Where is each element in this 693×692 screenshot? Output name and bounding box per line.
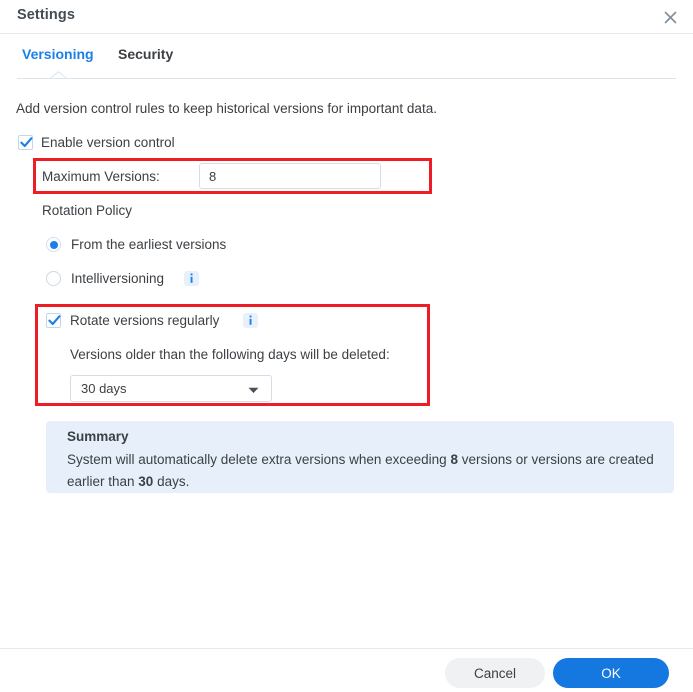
radio-from-earliest-versions[interactable] [46, 237, 61, 252]
maximum-versions-input[interactable] [199, 163, 381, 189]
info-icon-intelliversioning[interactable] [184, 271, 199, 286]
summary-text-part1: System will automatically delete extra v… [67, 452, 451, 467]
maximum-versions-label: Maximum Versions: [42, 169, 160, 184]
page-description: Add version control rules to keep histor… [16, 101, 437, 116]
rotate-versions-regularly-label: Rotate versions regularly [70, 313, 220, 328]
summary-title: Summary [67, 429, 129, 444]
enable-version-control-checkbox[interactable] [18, 135, 33, 150]
header-divider [0, 33, 693, 34]
radio-dot [49, 240, 58, 249]
ok-button[interactable]: OK [553, 658, 669, 688]
summary-text: System will automatically delete extra v… [67, 449, 659, 493]
dialog-title: Settings [17, 7, 75, 23]
rotate-hint-label: Versions older than the following days w… [70, 347, 390, 362]
cancel-button[interactable]: Cancel [445, 658, 545, 688]
radio-intelliversioning-label: Intelliversioning [71, 271, 165, 286]
summary-days-value: 30 [138, 474, 154, 489]
summary-max-versions-value: 8 [450, 452, 458, 467]
close-icon[interactable] [657, 4, 683, 30]
chevron-down-icon [248, 387, 259, 394]
rotate-versions-regularly-checkbox[interactable] [46, 313, 61, 328]
radio-from-earliest-versions-label: From the earliest versions [71, 237, 227, 252]
retention-days-select[interactable]: 30 days [70, 375, 272, 402]
dialog-titlebar: Settings [0, 0, 693, 33]
summary-text-part3: days. [153, 474, 190, 489]
tab-bar: Versioning Security [0, 46, 693, 78]
settings-dialog: Settings Versioning Security Add version… [0, 0, 693, 692]
retention-days-value: 30 days [81, 381, 127, 396]
active-tab-caret-icon [50, 71, 67, 79]
enable-version-control-label: Enable version control [41, 135, 175, 150]
rotation-policy-label: Rotation Policy [42, 203, 133, 218]
summary-panel: Summary System will automatically delete… [46, 421, 674, 493]
footer-divider [0, 648, 693, 649]
tab-security[interactable]: Security [118, 46, 173, 62]
tab-divider [17, 78, 676, 79]
tab-versioning[interactable]: Versioning [22, 46, 94, 62]
info-icon-rotate-regularly[interactable] [243, 313, 258, 328]
radio-intelliversioning[interactable] [46, 271, 61, 286]
